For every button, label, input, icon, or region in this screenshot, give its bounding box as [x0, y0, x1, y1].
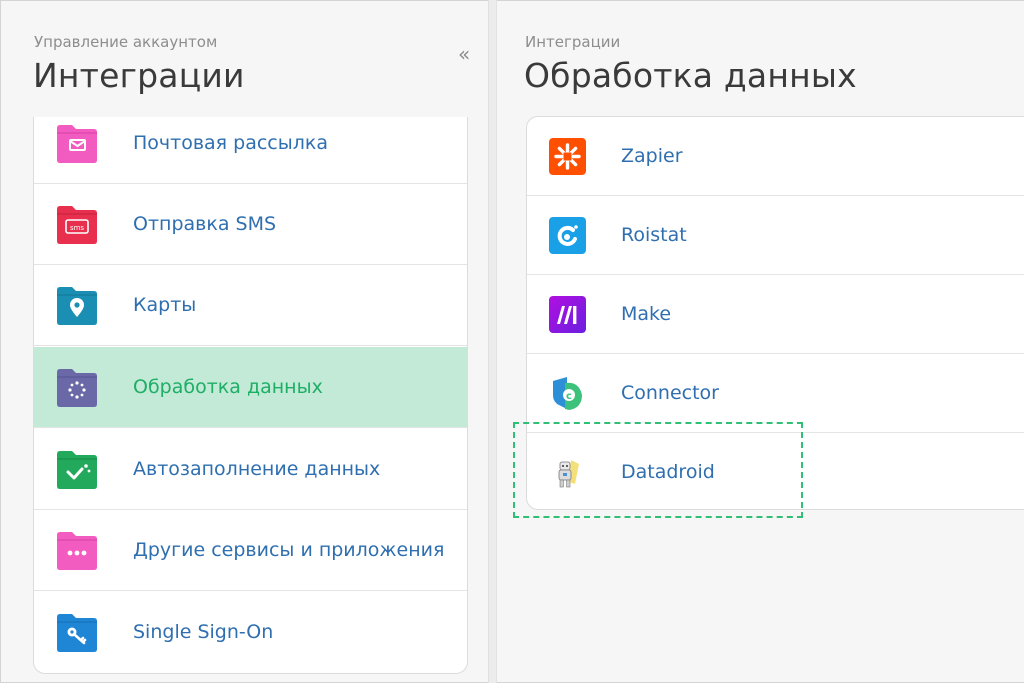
integration-item-datadroid[interactable]: Datadroid: [527, 433, 1024, 509]
page-title: Интеграции: [33, 56, 245, 95]
sidebar-item-autofill[interactable]: Автозаполнение данных: [34, 429, 467, 510]
roistat-logo-icon: [549, 217, 586, 254]
integration-list: Zapier Roistat Make c Connector Datadroi…: [526, 116, 1024, 510]
connector-logo-icon: c: [553, 377, 582, 410]
integration-label: Make: [621, 303, 672, 325]
zapier-logo-icon: [549, 138, 586, 175]
breadcrumb[interactable]: Интеграции: [525, 33, 620, 51]
data-processing-folder-icon: [57, 369, 97, 407]
integrations-category-list: Почтовая рассылка sms Отправка SMS Карты: [33, 117, 468, 674]
integration-item-zapier[interactable]: Zapier: [527, 117, 1024, 196]
sms-folder-icon: sms: [57, 206, 97, 244]
sidebar-item-label: Обработка данных: [133, 376, 323, 398]
more-folder-icon: [57, 532, 97, 570]
sidebar-item-label: Single Sign-On: [133, 621, 274, 643]
mail-folder-icon: [57, 125, 97, 163]
page-title: Обработка данных: [524, 56, 857, 95]
collapse-panel-button[interactable]: «: [458, 44, 470, 64]
sidebar-item-mail[interactable]: Почтовая рассылка: [34, 117, 467, 184]
integration-label: Connector: [621, 382, 719, 404]
sidebar-item-label: Автозаполнение данных: [133, 458, 381, 480]
sidebar-item-sso[interactable]: Single Sign-On: [34, 592, 467, 673]
sidebar-item-maps[interactable]: Карты: [34, 265, 467, 346]
sidebar-item-label: Другие сервисы и приложения: [133, 539, 445, 561]
sidebar-item-label: Карты: [133, 294, 197, 316]
integration-item-connector[interactable]: c Connector: [527, 354, 1024, 433]
integration-item-make[interactable]: Make: [527, 275, 1024, 354]
breadcrumb[interactable]: Управление аккаунтом: [34, 33, 217, 51]
panel-divider[interactable]: [488, 0, 497, 683]
svg-text:sms: sms: [70, 224, 84, 232]
svg-text:c: c: [566, 391, 572, 402]
autofill-folder-icon: [57, 451, 97, 489]
integration-label: Datadroid: [621, 461, 715, 483]
integration-item-roistat[interactable]: Roistat: [527, 196, 1024, 275]
make-logo-icon: [549, 296, 586, 333]
sidebar-item-data-processing[interactable]: Обработка данных: [34, 347, 467, 428]
sidebar-item-label: Отправка SMS: [133, 213, 277, 235]
map-pin-folder-icon: [57, 287, 97, 325]
datadroid-logo-icon: [558, 460, 579, 488]
integration-label: Zapier: [621, 145, 683, 167]
sidebar-item-other-services[interactable]: Другие сервисы и приложения: [34, 510, 467, 591]
sidebar-item-sms[interactable]: sms Отправка SMS: [34, 184, 467, 265]
key-folder-icon: [57, 614, 97, 652]
integration-label: Roistat: [621, 224, 687, 246]
sidebar-item-label: Почтовая рассылка: [133, 132, 329, 154]
